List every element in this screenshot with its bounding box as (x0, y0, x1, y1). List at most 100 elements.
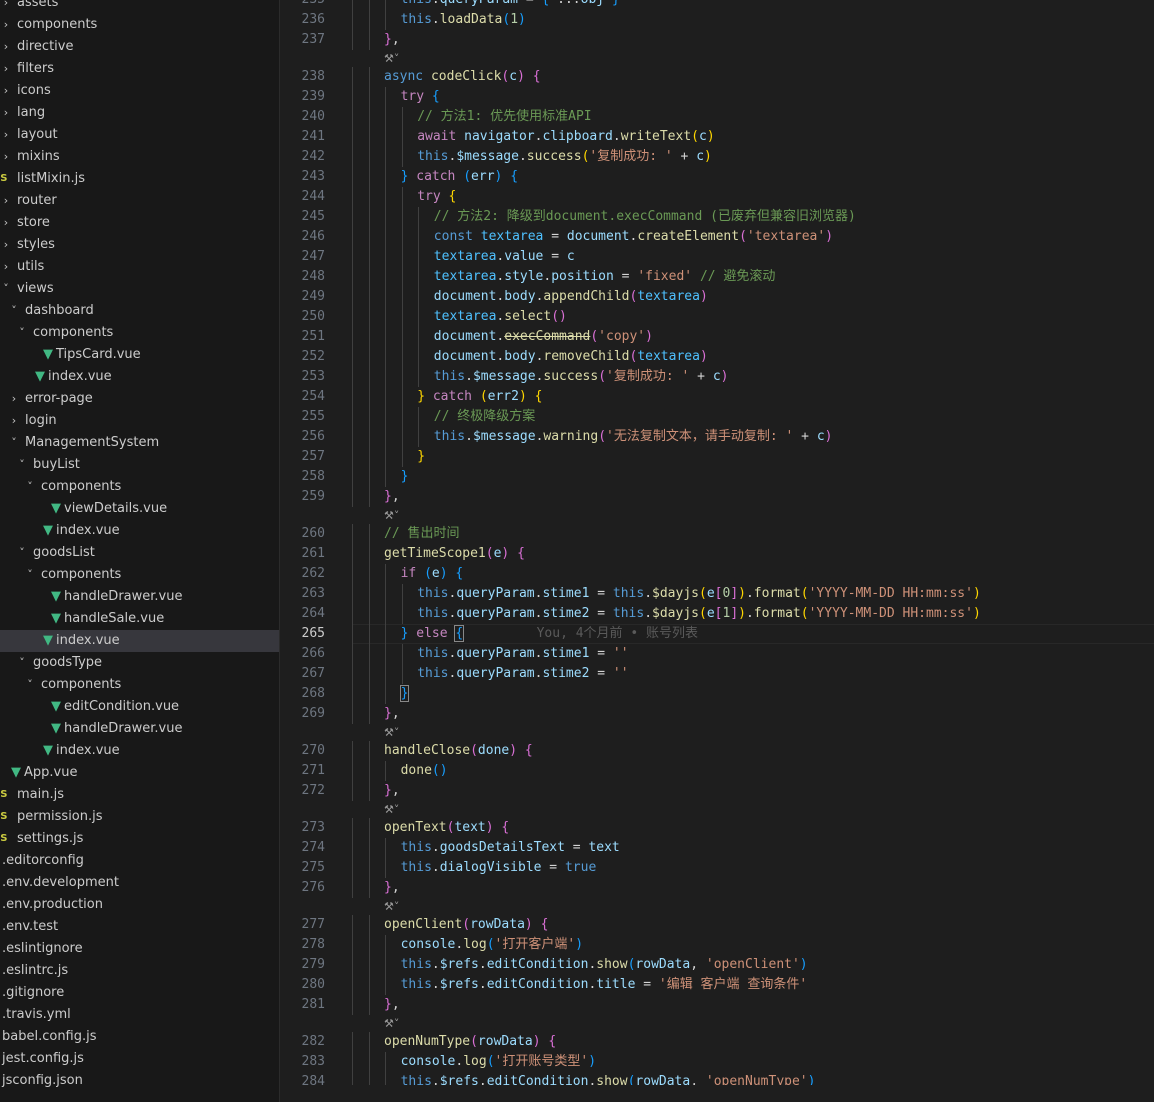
code-line[interactable]: 273 openText(text) { (280, 818, 1154, 838)
code-line[interactable]: 239 try { (280, 87, 1154, 107)
code-line[interactable]: 282 openNumType(rowData) { (280, 1032, 1154, 1052)
code-line[interactable]: 276}, (280, 878, 1154, 898)
explorer-item[interactable]: › icons (0, 80, 279, 102)
code-line[interactable]: 260 // 售出时间 (280, 524, 1154, 544)
codelens-icon[interactable]: ⚒˅ (384, 508, 399, 524)
code-line[interactable]: 254} catch (err2) { (280, 387, 1154, 407)
explorer-item[interactable]: ▼ index.vue (0, 520, 279, 542)
explorer-item[interactable]: › styles (0, 234, 279, 256)
code-line[interactable]: 255 // 终极降级方案 (280, 407, 1154, 427)
code-line[interactable]: 249 document.body.appendChild(textarea) (280, 287, 1154, 307)
code-line[interactable]: 243} catch (err) { (280, 167, 1154, 187)
code-line[interactable]: 264 this.queryParam.stime2 = this.$dayjs(… (280, 604, 1154, 624)
explorer-item[interactable]: .travis.yml (0, 1004, 279, 1026)
code-line[interactable]: 261 getTimeScope1(e) { (280, 544, 1154, 564)
explorer-item[interactable]: ▼ handleDrawer.vue (0, 586, 279, 608)
code-line[interactable]: 237}, (280, 30, 1154, 50)
explorer-item[interactable]: › lang (0, 102, 279, 124)
explorer-item[interactable]: › utils (0, 256, 279, 278)
explorer-item[interactable]: jsconfig.json (0, 1070, 279, 1092)
code-line[interactable]: 278 console.log('打开客户端') (280, 935, 1154, 955)
explorer-item[interactable]: .eslintrc.js (0, 960, 279, 982)
code-line[interactable]: 238 async codeClick(c) { (280, 67, 1154, 87)
code-line[interactable]: 236 this.loadData(1) (280, 10, 1154, 30)
code-line[interactable]: 256 this.$message.warning('无法复制文本，请手动复制: … (280, 427, 1154, 447)
explorer-item[interactable]: › assets (0, 0, 279, 14)
codelens-icon[interactable]: ⚒˅ (384, 899, 399, 915)
code-line[interactable]: 251 document.execCommand('copy') (280, 327, 1154, 347)
code-line[interactable]: 244 try { (280, 187, 1154, 207)
explorer-item[interactable]: babel.config.js (0, 1026, 279, 1048)
explorer-item[interactable]: ˅ buyList (0, 454, 279, 476)
explorer-item[interactable]: › filters (0, 58, 279, 80)
explorer-item[interactable]: ˅ ManagementSystem (0, 432, 279, 454)
code-line[interactable]: 275 this.dialogVisible = true (280, 858, 1154, 878)
explorer-item[interactable]: › login (0, 410, 279, 432)
explorer-item[interactable]: .env.test (0, 916, 279, 938)
code-line[interactable]: 283 console.log('打开账号类型') (280, 1052, 1154, 1072)
codelens-icon[interactable]: ⚒˅ (384, 725, 399, 741)
code-line[interactable]: 267 this.queryParam.stime2 = '' (280, 664, 1154, 684)
explorer-item[interactable]: ˅ views (0, 278, 279, 300)
explorer-item[interactable]: ˅ components (0, 564, 279, 586)
explorer-item[interactable]: › components (0, 14, 279, 36)
code-line[interactable]: 280 this.$refs.editCondition.title = '编辑 … (280, 975, 1154, 995)
code-line[interactable]: 262 if (e) { (280, 564, 1154, 584)
code-line[interactable]: 257} (280, 447, 1154, 467)
explorer-item[interactable]: ▼ TipsCard.vue (0, 344, 279, 366)
explorer-item[interactable]: .editorconfig (0, 850, 279, 872)
explorer-item[interactable]: ▼ index.vue (0, 630, 279, 652)
code-line[interactable]: 266 this.queryParam.stime1 = '' (280, 644, 1154, 664)
explorer-item[interactable]: ▼ index.vue (0, 366, 279, 388)
code-line[interactable]: 248 textarea.style.position = 'fixed' // … (280, 267, 1154, 287)
code-line[interactable]: 242 this.$message.success('复制成功: ' + c) (280, 147, 1154, 167)
codelens-icon[interactable]: ⚒˅ (384, 802, 399, 818)
explorer-item[interactable]: ˅ goodsList (0, 542, 279, 564)
explorer-item[interactable]: ˅ components (0, 476, 279, 498)
code-line[interactable]: 258} (280, 467, 1154, 487)
code-line[interactable]: 272}, (280, 781, 1154, 801)
code-line[interactable]: 250 textarea.select() (280, 307, 1154, 327)
code-line[interactable]: 274 this.goodsDetailsText = text (280, 838, 1154, 858)
explorer-item[interactable]: ▼ handleSale.vue (0, 608, 279, 630)
explorer-item[interactable]: ˅ components (0, 674, 279, 696)
code-line[interactable]: 265} else {You, 4个月前 • 账号列表 (280, 624, 1154, 644)
explorer-item[interactable]: JS main.js (0, 784, 279, 806)
code-editor[interactable]: 235 this.queryParam = { ...obj } 236 this.l… (280, 0, 1154, 1085)
code-line[interactable]: 277 openClient(rowData) { (280, 915, 1154, 935)
codelens-icon[interactable]: ⚒˅ (384, 1016, 399, 1032)
code-line[interactable]: 263 this.queryParam.stime1 = this.$dayjs(… (280, 584, 1154, 604)
code-line[interactable]: 245 // 方法2: 降级到document.execCommand (已废弃但… (280, 207, 1154, 227)
explorer-item[interactable]: .env.development (0, 872, 279, 894)
explorer-item[interactable]: ▼ handleDrawer.vue (0, 718, 279, 740)
explorer-item[interactable]: › layout (0, 124, 279, 146)
explorer-item[interactable]: .gitignore (0, 982, 279, 1004)
code-line[interactable]: 279 this.$refs.editCondition.show(rowData… (280, 955, 1154, 975)
explorer-item[interactable]: › error-page (0, 388, 279, 410)
explorer-item[interactable]: › directive (0, 36, 279, 58)
code-line[interactable]: 252 document.body.removeChild(textarea) (280, 347, 1154, 367)
explorer-item[interactable]: ˅ goodsType (0, 652, 279, 674)
code-line[interactable]: 259}, (280, 487, 1154, 507)
code-line[interactable]: 270 handleClose(done) { (280, 741, 1154, 761)
code-line[interactable]: 240 // 方法1: 优先使用标准API (280, 107, 1154, 127)
explorer-item[interactable]: ▼ viewDetails.vue (0, 498, 279, 520)
code-line[interactable]: 253 this.$message.success('复制成功: ' + c) (280, 367, 1154, 387)
code-line[interactable]: 241 await navigator.clipboard.writeText(c… (280, 127, 1154, 147)
explorer-item[interactable]: JS listMixin.js (0, 168, 279, 190)
explorer-item[interactable]: › store (0, 212, 279, 234)
code-line[interactable]: 235 this.queryParam = { ...obj } (280, 0, 1154, 10)
code-line[interactable]: 269}, (280, 704, 1154, 724)
explorer-item[interactable]: jest.config.js (0, 1048, 279, 1070)
explorer-item[interactable]: .env.production (0, 894, 279, 916)
code-line[interactable]: 284 this.$refs.editCondition.show(rowData… (280, 1072, 1154, 1085)
explorer-item[interactable]: .eslintignore (0, 938, 279, 960)
code-line[interactable]: 271 done() (280, 761, 1154, 781)
code-line[interactable]: 281}, (280, 995, 1154, 1015)
explorer-item[interactable]: ˅ dashboard (0, 300, 279, 322)
explorer-item[interactable]: › mixins (0, 146, 279, 168)
code-line[interactable]: 247 textarea.value = c (280, 247, 1154, 267)
explorer-item[interactable]: › router (0, 190, 279, 212)
explorer-item[interactable]: ▼ editCondition.vue (0, 696, 279, 718)
explorer-item[interactable]: JS settings.js (0, 828, 279, 850)
